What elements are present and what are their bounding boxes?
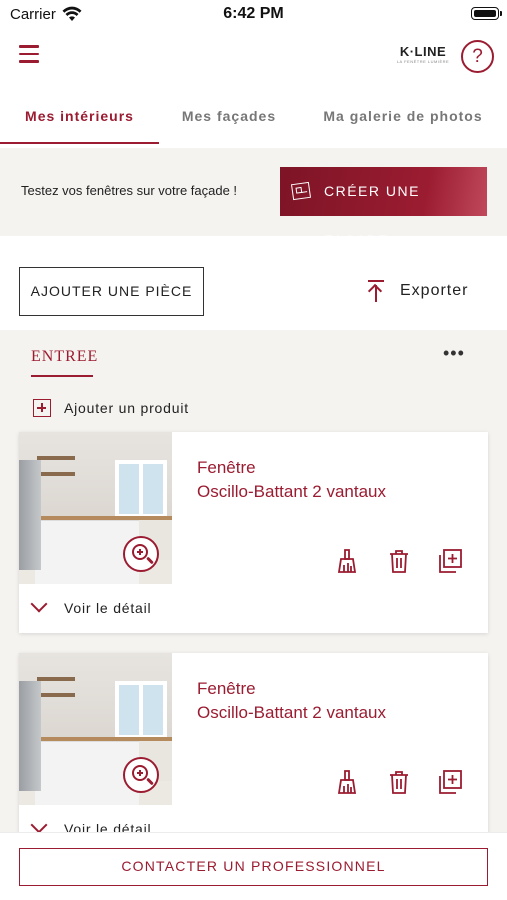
room-title-underline xyxy=(31,375,93,377)
room-more-button[interactable]: ••• xyxy=(443,344,465,362)
add-room-button[interactable]: AJOUTER UNE PIÈCE xyxy=(19,267,204,316)
contact-professional-button[interactable]: CONTACTER UN PROFESSIONNEL xyxy=(19,848,488,886)
product-card: Fenêtre Oscillo-Battant 2 vantaux Voir l… xyxy=(19,432,488,633)
create-facade-label: CRÉER UNE FAÇADE xyxy=(324,183,420,248)
trash-icon[interactable] xyxy=(387,769,411,795)
help-button[interactable]: ? xyxy=(461,40,494,73)
product-name: Fenêtre Oscillo-Battant 2 vantaux xyxy=(197,456,386,504)
add-box-icon xyxy=(33,399,51,417)
paint-brush-icon[interactable] xyxy=(335,769,359,795)
chevron-down-icon xyxy=(30,816,48,834)
product-name-line1: Fenêtre xyxy=(197,458,256,477)
product-photo[interactable] xyxy=(19,432,172,584)
product-name-line2: Oscillo-Battant 2 vantaux xyxy=(197,703,386,722)
trash-icon[interactable] xyxy=(387,548,411,574)
tab-bar: Mes intérieurs Mes façades Ma galerie de… xyxy=(0,98,507,146)
product-card: Fenêtre Oscillo-Battant 2 vantaux Voir l… xyxy=(19,653,488,854)
status-bar: Carrier 6:42 PM xyxy=(0,0,507,30)
upload-icon xyxy=(366,280,386,302)
create-facade-button[interactable]: CRÉER UNE FAÇADE xyxy=(280,167,487,248)
paint-brush-icon[interactable] xyxy=(335,548,359,574)
view-detail-button[interactable]: Voir le détail xyxy=(30,595,233,620)
add-product-button[interactable]: Ajouter un produit xyxy=(33,398,233,420)
tab-galerie-photos[interactable]: Ma galerie de photos xyxy=(299,98,507,146)
tab-mes-facades[interactable]: Mes façades xyxy=(159,98,299,146)
chevron-down-icon xyxy=(30,595,48,613)
facade-icon xyxy=(290,181,312,201)
export-label: Exporter xyxy=(400,282,469,299)
product-photo[interactable] xyxy=(19,653,172,805)
zoom-in-icon[interactable] xyxy=(123,757,159,793)
duplicate-icon[interactable] xyxy=(437,548,462,574)
hamburger-icon[interactable] xyxy=(19,45,39,63)
tab-mes-interieurs[interactable]: Mes intérieurs xyxy=(0,98,159,146)
export-button[interactable]: Exporter xyxy=(366,280,486,306)
clock: 6:42 PM xyxy=(223,5,284,22)
add-product-label: Ajouter un produit xyxy=(64,400,189,416)
brand-logo: K·LINE LA FENÊTRE LUMIÈRE xyxy=(392,45,454,67)
battery-icon xyxy=(471,7,502,20)
room-title: ENTREE xyxy=(31,348,99,365)
banner-text: Testez vos fenêtres sur votre façade ! xyxy=(21,183,238,198)
product-name-line1: Fenêtre xyxy=(197,679,256,698)
room-section: ENTREE ••• Ajouter un produit Fenêtre Os… xyxy=(0,330,507,854)
logo-subtext: LA FENÊTRE LUMIÈRE xyxy=(396,59,450,64)
zoom-in-icon[interactable] xyxy=(123,536,159,572)
nav-bar: K·LINE LA FENÊTRE LUMIÈRE ? xyxy=(0,30,507,82)
logo-text: K·LINE xyxy=(399,44,447,59)
bottom-bar: CONTACTER UN PROFESSIONNEL xyxy=(0,832,507,900)
facade-banner: Testez vos fenêtres sur votre façade ! C… xyxy=(0,148,507,248)
duplicate-icon[interactable] xyxy=(437,769,462,795)
view-detail-label: Voir le détail xyxy=(64,600,152,616)
product-name: Fenêtre Oscillo-Battant 2 vantaux xyxy=(197,677,386,725)
product-name-line2: Oscillo-Battant 2 vantaux xyxy=(197,482,386,501)
